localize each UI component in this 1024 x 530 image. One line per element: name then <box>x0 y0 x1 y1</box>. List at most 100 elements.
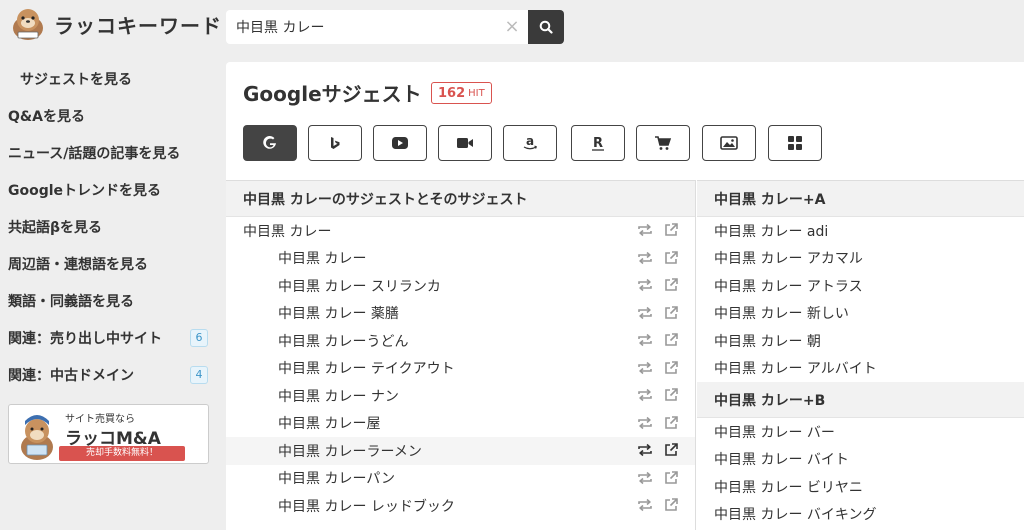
suggest-row[interactable]: 中目黒 カレー バイト <box>697 446 1024 474</box>
search-input[interactable] <box>226 10 528 44</box>
external-link-icon[interactable] <box>663 415 679 431</box>
repeat-icon[interactable] <box>636 497 654 513</box>
suggest-keyword[interactable]: 中目黒 カレーパン <box>278 468 395 488</box>
repeat-icon[interactable] <box>636 250 654 266</box>
suggest-keyword[interactable]: 中目黒 カレー ビリヤニ <box>714 477 863 497</box>
repeat-icon[interactable] <box>636 277 654 293</box>
suggest-keyword[interactable]: 中目黒 カレー <box>278 248 366 268</box>
suggest-keyword[interactable]: 中目黒 カレー 新しい <box>714 303 849 323</box>
suggest-keyword[interactable]: 中目黒 カレー バイキング <box>714 504 876 524</box>
external-link-icon[interactable] <box>663 360 679 376</box>
repeat-icon[interactable] <box>636 470 654 486</box>
suggest-row[interactable]: 中目黒 カレー アルバイト <box>697 355 1024 383</box>
hit-count-badge: 162 HIT <box>431 82 492 104</box>
suggest-keyword[interactable]: 中目黒 カレー アルバイト <box>714 358 877 378</box>
suggest-keyword[interactable]: 中目黒 カレー テイクアウト <box>278 358 455 378</box>
suggest-row[interactable]: 中目黒 カレー バー <box>697 418 1024 446</box>
amazon-button[interactable]: a <box>503 125 557 161</box>
suggest-keyword[interactable]: 中目黒 カレー屋 <box>278 413 380 433</box>
suggest-row[interactable]: 中目黒 カレー <box>226 245 695 273</box>
suggest-row[interactable]: 中目黒 カレーパン <box>226 465 695 493</box>
video-button[interactable] <box>438 125 492 161</box>
suggest-keyword[interactable]: 中目黒 カレー バー <box>714 422 835 442</box>
suggest-keyword[interactable]: 中目黒 カレー 朝 <box>714 331 821 351</box>
count-badge: 6 <box>190 329 208 347</box>
rakuten-icon: R <box>592 136 604 151</box>
rakuten-button[interactable]: R <box>571 125 625 161</box>
suggest-keyword[interactable]: 中目黒 カレー adi <box>714 221 828 241</box>
external-link-icon[interactable] <box>663 250 679 266</box>
sidebar-item-related-words[interactable]: 周辺語・連想語を見る <box>0 245 220 282</box>
sidebar-item-news[interactable]: ニュース/話題の記事を見る <box>0 134 220 171</box>
suggest-keyword[interactable]: 中目黒 カレー アトラス <box>714 276 863 296</box>
suggest-row[interactable]: 中目黒 カレー アカマル <box>697 245 1024 273</box>
repeat-icon[interactable] <box>636 305 654 321</box>
suggest-keyword[interactable]: 中目黒 カレー <box>243 221 331 241</box>
hit-count: 162 <box>438 85 466 101</box>
shopping-button[interactable] <box>636 125 690 161</box>
suggest-row[interactable]: 中目黒 カレー レッドブック <box>226 492 695 520</box>
sidebar-item-label: サジェストを見る <box>20 71 132 88</box>
repeat-icon[interactable] <box>636 332 654 348</box>
image-search-button[interactable] <box>702 125 756 161</box>
suggest-keyword[interactable]: 中目黒 カレー バイト <box>714 449 849 469</box>
external-link-icon[interactable] <box>663 222 679 238</box>
cart-icon <box>655 136 672 150</box>
suggest-keyword[interactable]: 中目黒 カレー レッドブック <box>278 496 455 516</box>
sidebar-item-sites-for-sale[interactable]: 関連：売り出し中サイト 6 <box>0 319 220 356</box>
bing-button[interactable] <box>308 125 362 161</box>
suggest-keyword[interactable]: 中目黒 カレー 薬膳 <box>278 303 399 323</box>
suggest-row[interactable]: 中目黒 カレー屋 <box>226 410 695 438</box>
external-link-icon[interactable] <box>663 497 679 513</box>
suggest-keyword[interactable]: 中目黒 カレー スリランカ <box>278 276 441 296</box>
suggest-row[interactable]: 中目黒 カレー 新しい <box>697 300 1024 328</box>
suggest-keyword[interactable]: 中目黒 カレーラーメン <box>278 441 422 461</box>
suggest-row[interactable]: 中目黒 カレー テイクアウト <box>226 355 695 383</box>
sidebar-item-qa[interactable]: Q&Aを見る <box>0 97 220 134</box>
suggest-keyword[interactable]: 中目黒 カレー ナン <box>278 386 399 406</box>
sidebar-item-synonyms[interactable]: 類語・同義語を見る <box>0 282 220 319</box>
suggest-keyword[interactable]: 中目黒 カレーうどん <box>278 331 408 351</box>
repeat-icon[interactable] <box>636 222 654 238</box>
apps-button[interactable] <box>768 125 822 161</box>
external-link-icon[interactable] <box>663 470 679 486</box>
sidebar-item-used-domains[interactable]: 関連：中古ドメイン 4 <box>0 356 220 393</box>
repeat-icon[interactable] <box>636 387 654 403</box>
otter-mascot-icon <box>21 415 53 460</box>
rakko-ma-banner[interactable]: サイト売買なら ラッコM&A 売却手数料無料！ <box>8 404 209 464</box>
suggest-row[interactable]: 中目黒 カレー 朝 <box>697 327 1024 355</box>
suggest-row[interactable]: 中目黒 カレー アトラス <box>697 272 1024 300</box>
suggest-row[interactable]: 中目黒 カレー ビリヤニ <box>697 473 1024 501</box>
sidebar-item-cooccurrence[interactable]: 共起語βを見る <box>0 208 220 245</box>
suggest-row[interactable]: 中目黒 カレーラーメン <box>226 437 695 465</box>
suggest-row[interactable]: 中目黒 カレー バイキング <box>697 501 1024 529</box>
external-link-icon[interactable] <box>663 277 679 293</box>
sidebar-item-suggest[interactable]: サジェストを見る <box>0 60 220 97</box>
external-link-icon[interactable] <box>663 442 679 458</box>
external-link-icon[interactable] <box>663 305 679 321</box>
repeat-icon[interactable] <box>636 442 654 458</box>
suggest-row[interactable]: 中目黒 カレー ナン <box>226 382 695 410</box>
suggest-keyword[interactable]: 中目黒 カレー アカマル <box>714 248 863 268</box>
sidebar-item-trends[interactable]: Googleトレンドを見る <box>0 171 220 208</box>
google-icon <box>263 135 276 149</box>
google-button[interactable] <box>243 125 297 161</box>
youtube-button[interactable] <box>373 125 427 161</box>
sidebar-item-label: Q&Aを見る <box>8 108 85 125</box>
row-actions <box>636 415 679 431</box>
suggest-row[interactable]: 中目黒 カレーうどん <box>226 327 695 355</box>
repeat-icon[interactable] <box>636 415 654 431</box>
suggest-row[interactable]: 中目黒 カレー <box>226 217 695 245</box>
external-link-icon[interactable] <box>663 387 679 403</box>
suggest-row[interactable]: 中目黒 カレー 薬膳 <box>226 300 695 328</box>
logo[interactable]: ラッコキーワード <box>8 6 222 42</box>
repeat-icon[interactable] <box>636 360 654 376</box>
suggest-row[interactable]: 中目黒 カレー スリランカ <box>226 272 695 300</box>
search-button[interactable] <box>528 10 564 44</box>
external-link-icon[interactable] <box>663 332 679 348</box>
clear-icon[interactable]: × <box>502 17 522 37</box>
row-actions <box>636 360 679 376</box>
suggest-row[interactable]: 中目黒 カレー adi <box>697 217 1024 245</box>
row-actions <box>636 250 679 266</box>
apps-grid-icon <box>788 136 802 150</box>
